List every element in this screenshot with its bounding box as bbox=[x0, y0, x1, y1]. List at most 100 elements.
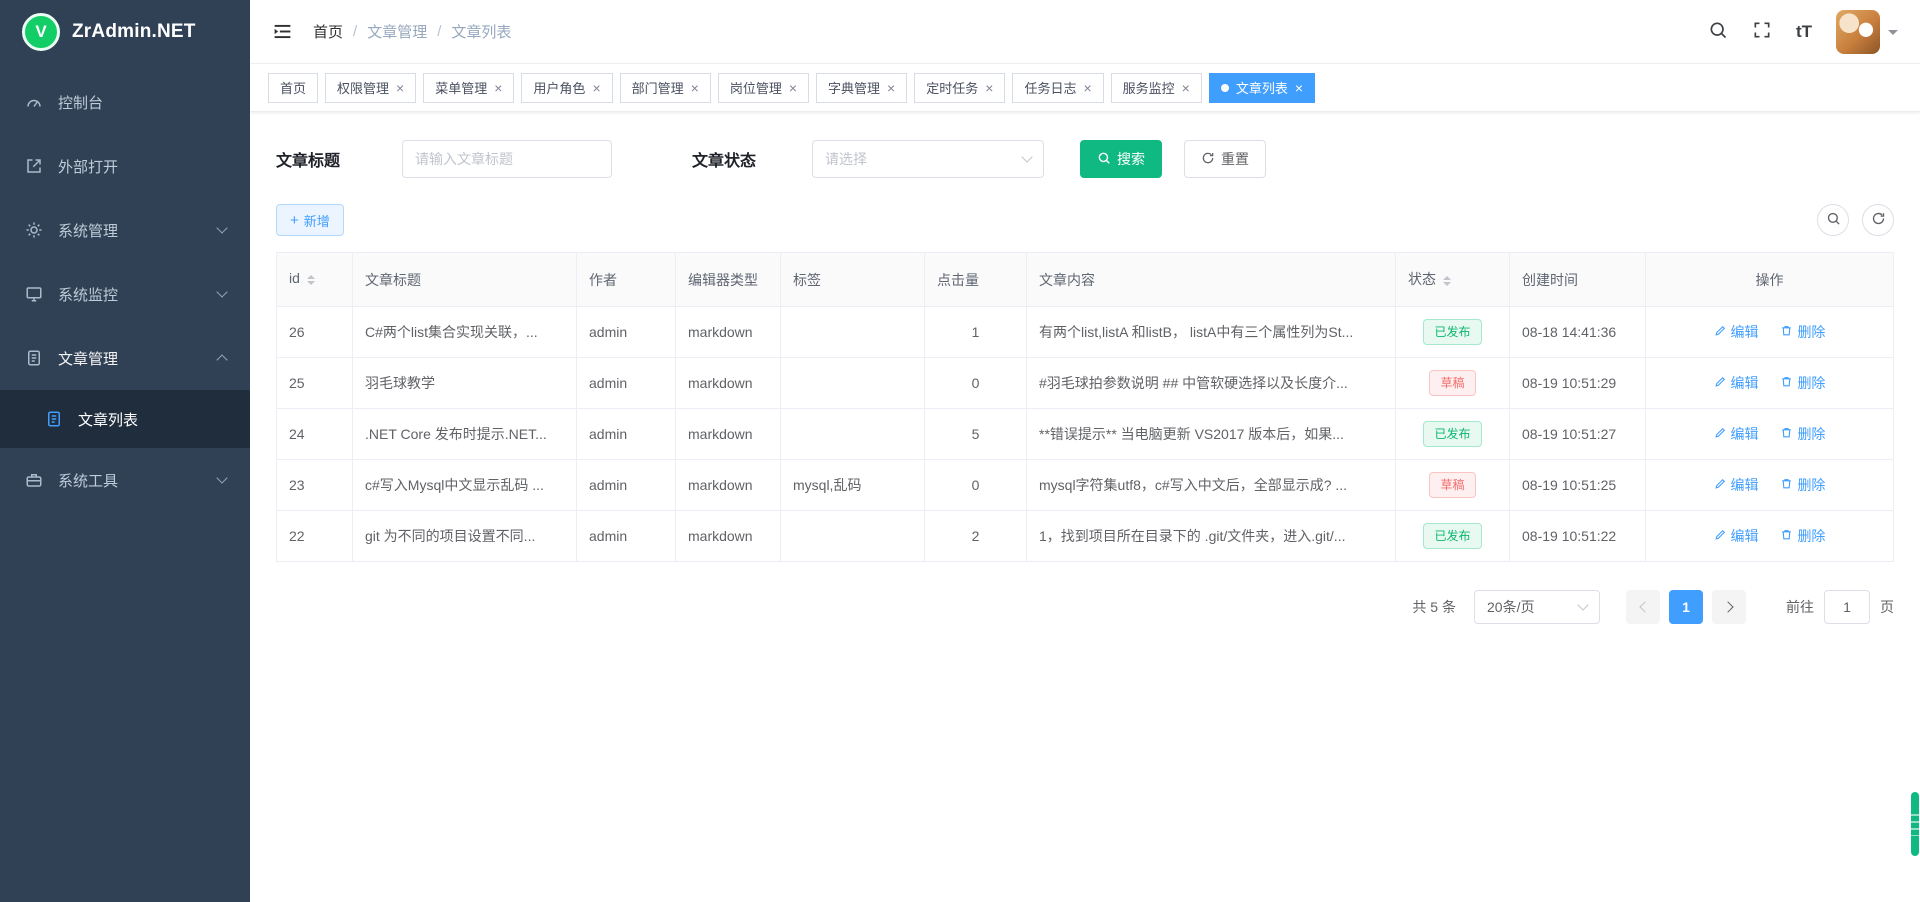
page-size-select[interactable]: 20条/页 bbox=[1474, 590, 1600, 624]
tab-permission[interactable]: 权限管理× bbox=[325, 73, 416, 103]
delete-button[interactable]: 删除 bbox=[1780, 373, 1825, 393]
sidebar-item-system-manage[interactable]: 系统管理 bbox=[0, 198, 250, 262]
tab-dept-manage[interactable]: 部门管理× bbox=[620, 73, 711, 103]
breadcrumb-article-manage[interactable]: 文章管理 bbox=[367, 21, 427, 42]
goto-page-input[interactable] bbox=[1824, 590, 1870, 624]
prev-page-button[interactable] bbox=[1626, 590, 1660, 624]
close-icon[interactable]: × bbox=[396, 81, 404, 95]
cell-content: 1，找到项目所在目录下的 .git/文件夹，进入.git/... bbox=[1027, 511, 1396, 562]
edit-button[interactable]: 编辑 bbox=[1714, 526, 1759, 546]
tab-label: 服务监控 bbox=[1123, 78, 1175, 97]
chevron-down-icon bbox=[1021, 151, 1032, 162]
edit-button[interactable]: 编辑 bbox=[1714, 373, 1759, 393]
toolbox-icon bbox=[24, 470, 44, 490]
close-icon[interactable]: × bbox=[1182, 81, 1190, 95]
sidebar-collapse-button[interactable] bbox=[272, 21, 293, 42]
tab-cron-task[interactable]: 定时任务× bbox=[914, 73, 1005, 103]
column-status[interactable]: 状态 bbox=[1396, 253, 1510, 307]
reset-button[interactable]: 重置 bbox=[1184, 140, 1266, 178]
cell-content: mysql字符集utf8，c#写入中文后，全部显示成? ... bbox=[1027, 460, 1396, 511]
tab-home[interactable]: 首页 bbox=[268, 73, 318, 103]
delete-button[interactable]: 删除 bbox=[1780, 526, 1825, 546]
refresh-table-button[interactable] bbox=[1862, 204, 1894, 236]
sidebar-item-article-manage[interactable]: 文章管理 bbox=[0, 326, 250, 390]
delete-button[interactable]: 删除 bbox=[1780, 322, 1825, 342]
toggle-search-button[interactable] bbox=[1817, 204, 1849, 236]
tab-article-list[interactable]: 文章列表× bbox=[1209, 73, 1315, 103]
fullscreen-button[interactable] bbox=[1752, 20, 1772, 43]
user-menu[interactable] bbox=[1836, 10, 1898, 54]
close-icon[interactable]: × bbox=[592, 81, 600, 95]
close-icon[interactable]: × bbox=[691, 81, 699, 95]
search-button[interactable]: 搜索 bbox=[1080, 140, 1162, 178]
delete-button[interactable]: 删除 bbox=[1780, 475, 1825, 495]
refresh-icon bbox=[1871, 211, 1886, 229]
sidebar-item-system-tools[interactable]: 系统工具 bbox=[0, 448, 250, 512]
trash-icon bbox=[1780, 528, 1793, 544]
column-label: id bbox=[289, 270, 300, 286]
breadcrumb-home[interactable]: 首页 bbox=[313, 21, 343, 42]
close-icon[interactable]: × bbox=[789, 81, 797, 95]
trash-icon bbox=[1780, 426, 1793, 442]
tab-label: 岗位管理 bbox=[730, 78, 782, 97]
column-author: 作者 bbox=[577, 253, 676, 307]
sort-icon[interactable] bbox=[1443, 272, 1451, 290]
dashboard-icon bbox=[24, 92, 44, 112]
delete-button[interactable]: 删除 bbox=[1780, 424, 1825, 444]
article-status-label: 文章状态 bbox=[692, 147, 756, 171]
cell-created: 08-19 10:51:22 bbox=[1510, 511, 1646, 562]
article-status-select[interactable]: 请选择 bbox=[812, 140, 1044, 178]
cell-status: 草稿 bbox=[1396, 358, 1510, 409]
search-icon bbox=[1826, 211, 1841, 229]
delete-label: 删除 bbox=[1797, 526, 1825, 546]
page-1-button[interactable]: 1 bbox=[1669, 590, 1703, 624]
trash-icon bbox=[1780, 477, 1793, 493]
scrollbar-thumb[interactable] bbox=[1911, 792, 1919, 856]
edit-button[interactable]: 编辑 bbox=[1714, 322, 1759, 342]
edit-label: 编辑 bbox=[1731, 475, 1759, 495]
sidebar-item-system-monitor[interactable]: 系统监控 bbox=[0, 262, 250, 326]
tab-service-monitor[interactable]: 服务监控 × bbox=[1111, 73, 1202, 103]
tags-view-bar: 首页 权限管理× 菜单管理× 用户角色 × 部门管理× 岗位管理 × 字典管理× 定… bbox=[250, 64, 1920, 112]
edit-icon bbox=[1714, 528, 1727, 544]
cell-title: c#写入Mysql中文显示乱码 ... bbox=[353, 460, 577, 511]
tab-task-log[interactable]: 任务日志× bbox=[1012, 73, 1103, 103]
close-icon[interactable]: × bbox=[887, 81, 895, 95]
tab-label: 用户角色 bbox=[533, 78, 585, 97]
edit-icon bbox=[1714, 477, 1727, 493]
edit-icon bbox=[1714, 426, 1727, 442]
tab-user-role[interactable]: 用户角色 × bbox=[521, 73, 612, 103]
main-area: 首页 / 文章管理 / 文章列表 tT bbox=[250, 0, 1920, 902]
edit-icon bbox=[1714, 324, 1727, 340]
chevron-down-icon bbox=[216, 222, 227, 233]
article-title-input[interactable] bbox=[402, 140, 612, 178]
edit-button[interactable]: 编辑 bbox=[1714, 424, 1759, 444]
header-search-button[interactable] bbox=[1708, 20, 1728, 43]
column-id[interactable]: id bbox=[277, 253, 353, 307]
tab-post-manage[interactable]: 岗位管理 × bbox=[718, 73, 809, 103]
app-logo[interactable]: V ZrAdmin.NET bbox=[0, 0, 250, 64]
tab-menu-manage[interactable]: 菜单管理× bbox=[423, 73, 514, 103]
sort-icon[interactable] bbox=[307, 271, 315, 289]
sidebar-subitem-article-list[interactable]: 文章列表 bbox=[0, 390, 250, 448]
tab-dict-manage[interactable]: 字典管理× bbox=[816, 73, 907, 103]
font-size-button[interactable]: tT bbox=[1796, 22, 1812, 42]
delete-label: 删除 bbox=[1797, 424, 1825, 444]
edit-button[interactable]: 编辑 bbox=[1714, 475, 1759, 495]
trash-icon bbox=[1780, 375, 1793, 391]
close-icon[interactable]: × bbox=[985, 81, 993, 95]
search-button-label: 搜索 bbox=[1117, 149, 1145, 169]
next-page-button[interactable] bbox=[1712, 590, 1746, 624]
sidebar-item-dashboard[interactable]: 控制台 bbox=[0, 70, 250, 134]
cell-created: 08-19 10:51:29 bbox=[1510, 358, 1646, 409]
add-button[interactable]: + 新增 bbox=[276, 204, 344, 236]
table-row: 25 羽毛球教学 admin markdown 0 #羽毛球拍参数说明 ## 中… bbox=[277, 358, 1894, 409]
column-content: 文章内容 bbox=[1027, 253, 1396, 307]
close-icon[interactable]: × bbox=[1295, 81, 1303, 95]
close-icon[interactable]: × bbox=[1083, 81, 1091, 95]
tab-label: 首页 bbox=[280, 78, 306, 97]
close-icon[interactable]: × bbox=[494, 81, 502, 95]
sidebar-item-external-open[interactable]: 外部打开 bbox=[0, 134, 250, 198]
status-badge: 草稿 bbox=[1429, 370, 1475, 396]
cell-status: 已发布 bbox=[1396, 307, 1510, 358]
